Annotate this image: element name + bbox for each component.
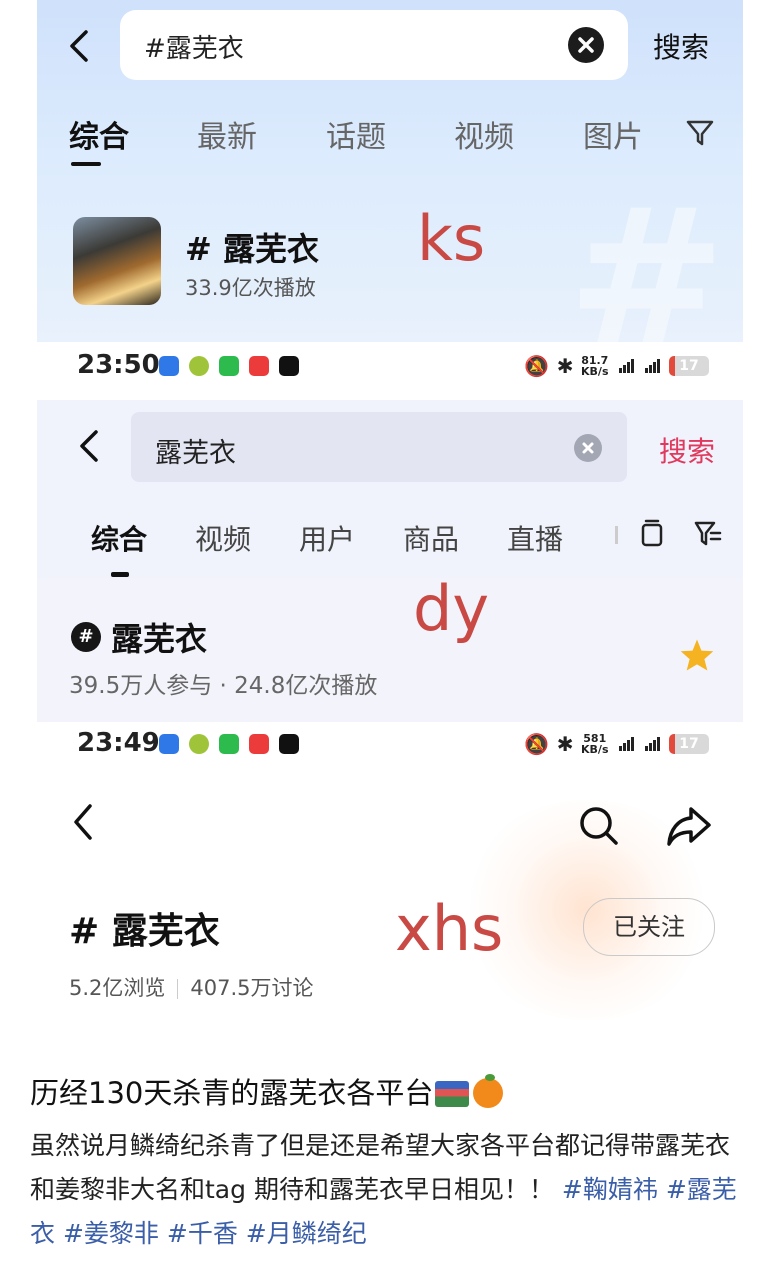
tab-comprehensive[interactable]: 综合 (91, 518, 147, 558)
post-title-text: 历经130天杀青的露芜衣各平台 (30, 1076, 434, 1110)
post-body: 虽然说月鳞绮纪杀青了但是还是希望大家各平台都记得带露芜衣和姜黎非大名和tag 期… (30, 1124, 754, 1256)
divider (177, 979, 179, 999)
app-icon (159, 356, 179, 376)
topic-title[interactable]: # 露芜衣 (185, 224, 319, 270)
back-icon[interactable] (71, 802, 95, 842)
discussion-count: 407.5万讨论 (190, 976, 314, 1000)
follow-button[interactable]: 已关注 (583, 898, 715, 956)
net-speed: 581 KB/s (581, 732, 609, 756)
views-count: 5.2亿浏览 (69, 976, 166, 1000)
app-icon (189, 734, 209, 754)
tab-products[interactable]: 商品 (403, 518, 459, 558)
mute-icon: 🔕 (524, 354, 550, 378)
filter-icon[interactable] (685, 118, 715, 148)
watermark-hash: # (567, 168, 727, 342)
clock: 23:49 (77, 728, 160, 758)
app-icon (279, 734, 299, 754)
search-input[interactable]: #露芜衣 (144, 28, 244, 65)
dy-panel: 露芜衣 搜索 综合 视频 用户 商品 直播 # 露芜衣 39.5万人参与 · 2… (37, 400, 743, 722)
search-button[interactable]: 搜索 (659, 430, 715, 470)
topic-stats: 5.2亿浏览 407.5万讨论 (69, 972, 314, 1002)
search-field[interactable]: #露芜衣 (120, 10, 628, 80)
net-speed: 81.7 KB/s (581, 354, 609, 378)
tab-videos[interactable]: 视频 (454, 112, 514, 156)
app-icon (249, 356, 269, 376)
xhs-panel: # 露芜衣 5.2亿浏览 407.5万讨论 已关注 xhs (37, 780, 743, 1034)
search-button[interactable]: 搜索 (653, 26, 709, 66)
layout-toggle-icon[interactable] (639, 518, 665, 550)
battery-icon: 17 (669, 356, 709, 376)
post-content: 历经130天杀青的露芜衣各平台 虽然说月鳞绮纪杀青了但是还是希望大家各平台都记得… (0, 1036, 779, 1280)
hashtag-link[interactable]: #姜黎非 (63, 1219, 159, 1248)
ks-panel: # #露芜衣 搜索 综合 最新 话题 视频 图片 # 露芜衣 33.9亿次播放 … (37, 0, 743, 342)
signal-icon (618, 737, 634, 751)
hashtag-link[interactable]: #鞠婧祎 (562, 1175, 658, 1204)
tab-users[interactable]: 用户 (299, 518, 355, 558)
platform-label: xhs (395, 892, 504, 965)
hashtag-icon: # (71, 622, 101, 652)
search-input[interactable]: 露芜衣 (155, 431, 236, 470)
active-tab-indicator (111, 572, 129, 577)
hashtag-link[interactable]: #月鳞绮纪 (246, 1219, 367, 1248)
platform-label: dy (413, 572, 490, 645)
back-icon[interactable] (77, 428, 101, 464)
post-title: 历经130天杀青的露芜衣各平台 (30, 1070, 504, 1112)
topic-thumbnail[interactable] (73, 217, 161, 305)
bluetooth-icon: ✱ (556, 354, 574, 378)
app-icon (159, 734, 179, 754)
search-icon[interactable] (577, 804, 621, 848)
mute-icon: 🔕 (524, 732, 550, 756)
topic-title: # 露芜衣 (69, 911, 220, 952)
topic-stats: 33.9亿次播放 (185, 276, 316, 300)
bluetooth-icon: ✱ (556, 732, 574, 756)
tab-topics[interactable]: 话题 (326, 112, 386, 156)
star-icon[interactable] (679, 638, 715, 672)
tab-live[interactable]: 直播 (507, 518, 563, 558)
clear-icon[interactable] (568, 27, 604, 63)
status-icons: 🔕 ✱ 581 KB/s 17 (524, 732, 709, 756)
share-icon[interactable] (665, 804, 713, 848)
status-bar: 23:49 🔕 ✱ 581 KB/s 17 (37, 724, 743, 764)
tab-overflow-fade (615, 526, 618, 544)
app-icon (249, 734, 269, 754)
clock: 23:50 (77, 350, 160, 380)
platform-label: ks (417, 202, 486, 275)
tab-latest[interactable]: 最新 (197, 112, 257, 156)
clear-icon[interactable] (574, 434, 602, 462)
signal-icon (644, 737, 660, 751)
status-bar: 23:50 🔕 ✱ 81.7 KB/s 17 (37, 346, 743, 386)
wechat-icon (219, 734, 239, 754)
status-icons: 🔕 ✱ 81.7 KB/s 17 (524, 354, 709, 378)
signal-icon (618, 359, 634, 373)
filter-icon[interactable] (693, 520, 723, 548)
signal-icon (644, 359, 660, 373)
tab-comprehensive[interactable]: 综合 (69, 112, 129, 156)
app-icon (279, 356, 299, 376)
orange-emoji (473, 1074, 504, 1108)
active-tab-indicator (71, 162, 101, 166)
tab-images[interactable]: 图片 (583, 112, 643, 156)
back-icon[interactable] (67, 28, 91, 64)
hashtag-link[interactable]: #千香 (167, 1219, 238, 1248)
topic-title[interactable]: 露芜衣 (111, 614, 207, 660)
app-icon (189, 356, 209, 376)
battery-icon: 17 (669, 734, 709, 754)
wechat-icon (219, 356, 239, 376)
search-field[interactable]: 露芜衣 (131, 412, 627, 482)
tab-videos[interactable]: 视频 (195, 518, 251, 558)
topic-stats: 39.5万人参与 · 24.8亿次播放 (69, 673, 378, 699)
books-emoji (435, 1081, 470, 1107)
